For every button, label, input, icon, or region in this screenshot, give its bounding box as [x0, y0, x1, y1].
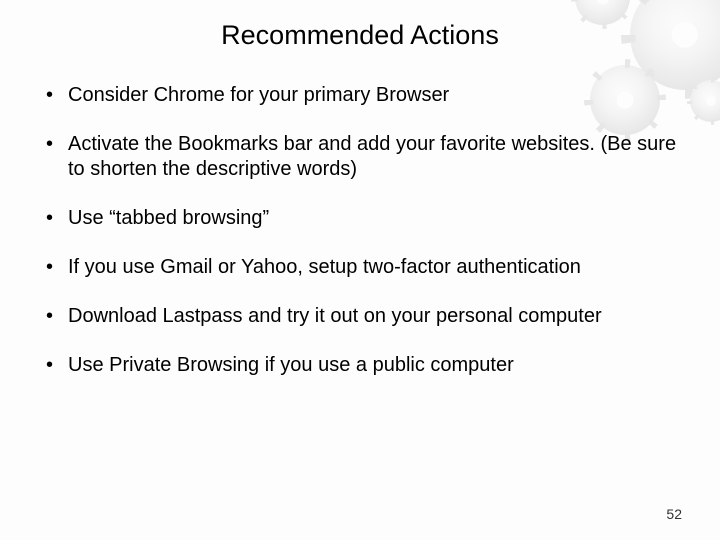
bullet-list: Consider Chrome for your primary Browser… — [28, 83, 692, 378]
slide-title: Recommended Actions — [28, 20, 692, 51]
list-item: Activate the Bookmarks bar and add your … — [46, 132, 692, 182]
gear-icon — [690, 80, 720, 122]
list-item: Use Private Browsing if you use a public… — [46, 353, 692, 378]
list-item: If you use Gmail or Yahoo, setup two-fac… — [46, 255, 692, 280]
page-number: 52 — [666, 506, 682, 522]
slide: Recommended Actions Consider Chrome for … — [0, 0, 720, 540]
list-item: Use “tabbed browsing” — [46, 206, 692, 231]
list-item: Download Lastpass and try it out on your… — [46, 304, 692, 329]
list-item: Consider Chrome for your primary Browser — [46, 83, 692, 108]
